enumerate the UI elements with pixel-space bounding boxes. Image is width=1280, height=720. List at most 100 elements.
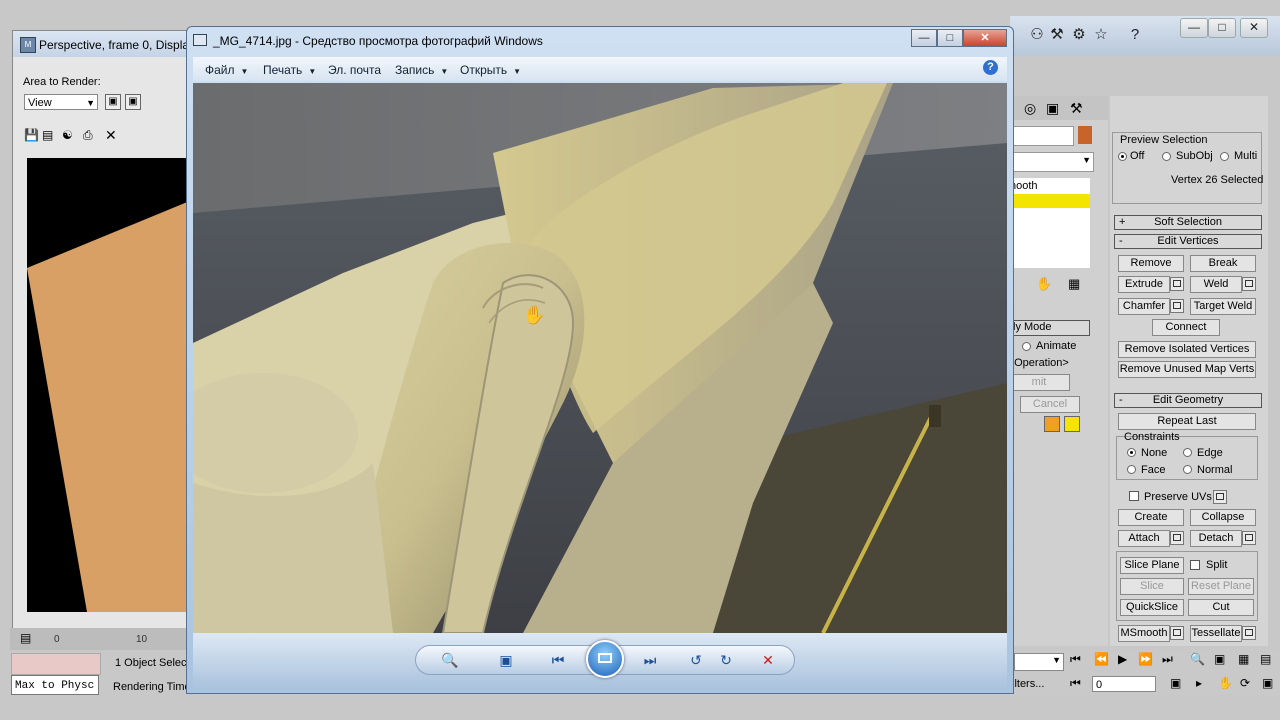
key-filter-dropdown[interactable]: ▼ <box>1014 653 1064 671</box>
subobj-radio[interactable] <box>1162 152 1171 161</box>
maxscript-mini-input[interactable]: Max to Physc <box>11 675 99 695</box>
pin-icon[interactable]: ✋ <box>1036 276 1052 292</box>
close-button[interactable]: ✕ <box>1240 18 1268 38</box>
normal-radio[interactable] <box>1183 465 1192 474</box>
chamfer-button[interactable]: Chamfer <box>1118 298 1170 315</box>
detach-button[interactable]: Detach <box>1190 530 1242 547</box>
help-icon[interactable]: ? <box>1126 26 1144 44</box>
reset-plane-button[interactable]: Reset Plane <box>1188 578 1254 595</box>
object-name-field[interactable] <box>1008 126 1074 146</box>
next-frame-icon[interactable]: ⏩ <box>1138 652 1153 666</box>
slice-plane-button[interactable]: Slice Plane <box>1120 557 1184 574</box>
current-frame-field[interactable]: 0 <box>1092 676 1156 692</box>
rotate-left-icon[interactable]: ↺ <box>686 651 706 669</box>
target-weld-button[interactable]: Target Weld <box>1190 298 1256 315</box>
cancel-button[interactable]: Cancel <box>1020 396 1080 413</box>
slice-button[interactable]: Slice <box>1120 578 1184 595</box>
remove-button[interactable]: Remove <box>1118 255 1184 272</box>
extrude-button[interactable]: Extrude <box>1118 276 1170 293</box>
soft-selection-rollout[interactable]: + Soft Selection <box>1114 215 1262 230</box>
modifier-stack-item[interactable]: nooth <box>1008 178 1090 194</box>
zoom-icon[interactable]: 🔍 <box>440 651 460 669</box>
utilities-icon[interactable]: ⚒ <box>1070 100 1083 117</box>
preserve-uvs-settings-button[interactable] <box>1213 490 1227 504</box>
menu-burn[interactable]: Запись ▼ <box>395 63 448 77</box>
tools-icon[interactable]: ⚙ <box>1070 26 1088 44</box>
help-icon[interactable]: ? <box>983 60 998 75</box>
edit-geometry-rollout[interactable]: - Edit Geometry <box>1114 393 1262 408</box>
edge-radio[interactable] <box>1183 448 1192 457</box>
object-color-swatch[interactable] <box>1078 126 1092 144</box>
pan-icon[interactable]: ✋ <box>1218 676 1233 690</box>
next-icon[interactable]: ⏭ <box>640 651 660 669</box>
chamfer-settings-button[interactable] <box>1170 299 1184 313</box>
area-to-render-dropdown[interactable]: View ▼ <box>24 94 98 110</box>
menu-email[interactable]: Эл. почта <box>328 63 381 77</box>
previous-frame-icon[interactable]: ⏪ <box>1094 652 1109 666</box>
play-icon[interactable]: ▶ <box>1118 652 1127 666</box>
modifier-list[interactable]: ▼ <box>1008 152 1094 172</box>
timeline-toggle-icon[interactable]: ▤ <box>20 631 31 645</box>
tessellate-settings-button[interactable] <box>1242 626 1256 640</box>
collapse-button[interactable]: Collapse <box>1190 509 1256 526</box>
star-icon[interactable]: ☆ <box>1092 26 1110 44</box>
none-radio[interactable] <box>1127 448 1136 457</box>
msmooth-settings-button[interactable] <box>1170 626 1184 640</box>
copy-image-icon[interactable]: ▤ <box>42 128 53 142</box>
actual-size-icon[interactable]: ▣ <box>496 651 516 669</box>
display-icon[interactable]: ▣ <box>1046 100 1059 117</box>
configure-icon[interactable]: ▦ <box>1068 276 1080 292</box>
zoom-extents-icon[interactable]: ▦ <box>1238 652 1249 666</box>
face-radio[interactable] <box>1127 465 1136 474</box>
modifier-stack-selected[interactable] <box>1008 194 1090 208</box>
minimize-button[interactable]: — <box>1180 18 1208 38</box>
connect-button[interactable]: Connect <box>1152 319 1220 336</box>
viewer-maximize-button[interactable]: □ <box>937 29 963 47</box>
binoculars-icon[interactable]: ⚇ <box>1028 26 1046 44</box>
cut-button[interactable]: Cut <box>1188 599 1254 616</box>
delete-icon[interactable]: ✕ <box>758 651 778 669</box>
menu-file[interactable]: Файл ▼ <box>205 63 248 77</box>
split-checkbox[interactable] <box>1190 560 1200 570</box>
time-config-icon[interactable]: ▣ <box>1170 676 1181 690</box>
menu-print[interactable]: Печать ▼ <box>263 63 316 77</box>
auto-region-button[interactable]: ▣ <box>125 94 141 110</box>
orbit-icon[interactable]: ⟳ <box>1240 676 1250 690</box>
repeat-last-button[interactable]: Repeat Last <box>1118 413 1256 430</box>
field-of-view-icon[interactable]: ▸ <box>1196 676 1202 690</box>
animate-radio[interactable] <box>1022 342 1031 351</box>
mode-rollout[interactable]: ly Mode <box>1008 320 1090 336</box>
attach-settings-button[interactable] <box>1170 531 1184 545</box>
go-to-start-icon[interactable]: ⏮ <box>1070 652 1081 667</box>
remove-isolated-vertices-button[interactable]: Remove Isolated Vertices <box>1118 341 1256 358</box>
zoom-all-icon[interactable]: ▣ <box>1214 652 1225 666</box>
zoom-extents-all-icon[interactable]: ▤ <box>1260 652 1271 666</box>
create-button[interactable]: Create <box>1118 509 1184 526</box>
wrench-icon[interactable]: ⚒ <box>1048 26 1066 44</box>
tessellate-button[interactable]: Tessellate <box>1190 625 1242 642</box>
go-to-end-icon[interactable]: ⏭ <box>1162 652 1173 667</box>
clear-icon[interactable]: ✕ <box>105 127 117 144</box>
break-button[interactable]: Break <box>1190 255 1256 272</box>
menu-open[interactable]: Открыть ▼ <box>460 63 521 77</box>
maximize-viewport-icon[interactable]: ▣ <box>1262 676 1273 690</box>
hierarchy-icon[interactable]: ◎ <box>1024 100 1036 117</box>
commit-button[interactable]: mit <box>1008 374 1070 391</box>
rotate-right-icon[interactable]: ↻ <box>716 651 736 669</box>
viewer-close-button[interactable]: ✕ <box>963 29 1007 47</box>
yellow-swatch[interactable] <box>1064 416 1080 432</box>
msmooth-button[interactable]: MSmooth <box>1118 625 1170 642</box>
multi-radio[interactable] <box>1220 152 1229 161</box>
attach-button[interactable]: Attach <box>1118 530 1170 547</box>
key-mode-icon[interactable]: ⏮ <box>1070 676 1081 691</box>
zoom-icon[interactable]: 🔍 <box>1190 652 1205 666</box>
slideshow-button[interactable] <box>586 640 624 678</box>
remove-unused-map-verts-button[interactable]: Remove Unused Map Verts <box>1118 361 1256 378</box>
maxscript-listener-mini[interactable] <box>11 653 101 675</box>
print-icon[interactable]: ⎙ <box>83 128 93 143</box>
weld-button[interactable]: Weld <box>1190 276 1242 293</box>
viewer-minimize-button[interactable]: — <box>911 29 937 47</box>
preserve-uvs-checkbox[interactable] <box>1129 491 1139 501</box>
maximize-button[interactable]: □ <box>1208 18 1236 38</box>
detach-settings-button[interactable] <box>1242 531 1256 545</box>
